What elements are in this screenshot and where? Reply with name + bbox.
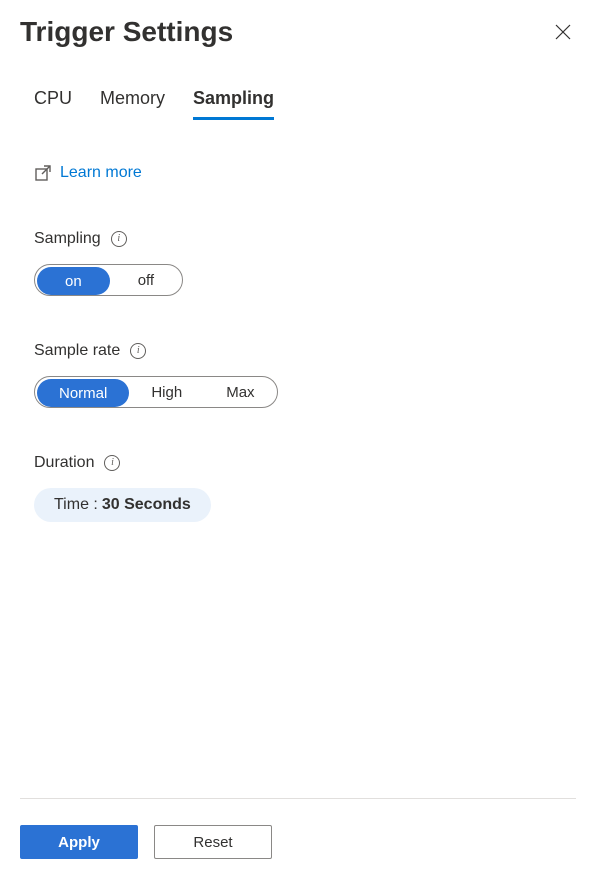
sampling-off[interactable]: off: [110, 265, 182, 295]
tabs: CPU Memory Sampling: [20, 88, 576, 120]
info-icon[interactable]: i: [111, 231, 127, 247]
sample-rate-selector: Normal High Max: [34, 376, 278, 408]
tab-sampling[interactable]: Sampling: [193, 88, 274, 120]
duration-time-label: Time :: [54, 496, 98, 514]
sample-rate-high[interactable]: High: [129, 377, 204, 407]
sampling-label: Sampling i: [34, 230, 576, 248]
tab-memory[interactable]: Memory: [100, 88, 165, 120]
sample-rate-label: Sample rate i: [34, 342, 576, 360]
apply-button[interactable]: Apply: [20, 825, 138, 859]
duration-label: Duration i: [34, 454, 576, 472]
duration-badge[interactable]: Time : 30 Seconds: [34, 488, 211, 522]
sampling-toggle: on off: [34, 264, 183, 296]
duration-time-value: 30 Seconds: [102, 496, 191, 514]
footer: Apply Reset: [20, 798, 576, 859]
tab-cpu[interactable]: CPU: [34, 88, 72, 120]
sampling-on[interactable]: on: [37, 267, 110, 295]
close-icon: [554, 23, 572, 41]
sampling-label-text: Sampling: [34, 230, 101, 248]
sample-rate-label-text: Sample rate: [34, 342, 120, 360]
info-icon[interactable]: i: [130, 343, 146, 359]
learn-more-link[interactable]: Learn more: [34, 164, 142, 182]
duration-label-text: Duration: [34, 454, 94, 472]
info-icon[interactable]: i: [104, 455, 120, 471]
close-button[interactable]: [550, 19, 576, 45]
reset-button[interactable]: Reset: [154, 825, 272, 859]
learn-more-label: Learn more: [60, 164, 142, 182]
page-title: Trigger Settings: [20, 16, 233, 48]
sample-rate-normal[interactable]: Normal: [37, 379, 129, 407]
sample-rate-max[interactable]: Max: [204, 377, 276, 407]
external-link-icon: [34, 164, 52, 182]
